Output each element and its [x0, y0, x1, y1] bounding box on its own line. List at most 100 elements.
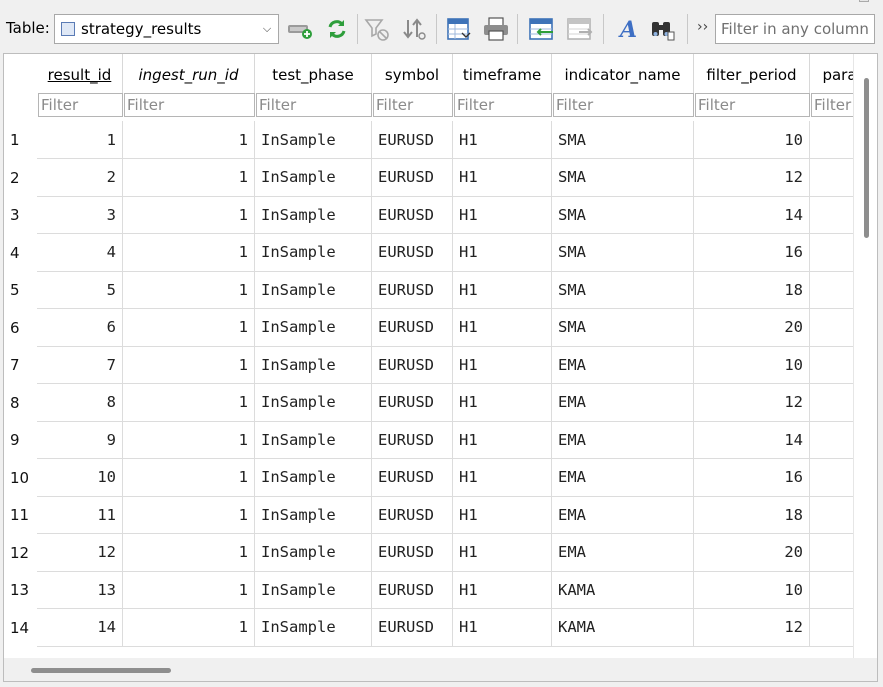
table-cell[interactable]: 1: [123, 458, 255, 497]
table-cell[interactable]: InSample: [255, 271, 372, 309]
table-cell[interactable]: EMA: [552, 458, 694, 497]
table-cell[interactable]: [810, 571, 854, 609]
table-cell[interactable]: EURUSD: [372, 571, 453, 609]
table-cell[interactable]: EURUSD: [372, 383, 453, 422]
table-cell[interactable]: H1: [453, 121, 552, 159]
row-number[interactable]: 4: [4, 234, 37, 272]
column-header[interactable]: ingest_run_id: [123, 54, 255, 95]
table-cell[interactable]: 18: [694, 271, 810, 309]
table-cell[interactable]: [810, 534, 854, 572]
global-filter-input[interactable]: [715, 14, 875, 44]
table-row[interactable]: 2 2 1 InSample EURUSD H1 SMA 12: [4, 158, 854, 197]
table-cell[interactable]: [810, 346, 854, 384]
column-filter-input[interactable]: [38, 93, 123, 117]
table-cell[interactable]: 1: [123, 121, 255, 159]
table-cell[interactable]: [810, 496, 854, 534]
row-number[interactable]: 14: [4, 609, 37, 647]
table-cell[interactable]: 16: [694, 458, 810, 497]
table-cell[interactable]: 1: [123, 271, 255, 309]
table-cell[interactable]: EURUSD: [372, 233, 453, 272]
table-cell[interactable]: 20: [694, 533, 810, 572]
table-row[interactable]: 6 6 1 InSample EURUSD H1 SMA 20: [4, 308, 854, 347]
table-row[interactable]: 3 3 1 InSample EURUSD H1 SMA 14: [4, 196, 854, 234]
table-cell[interactable]: H1: [453, 158, 552, 197]
table-cell[interactable]: [810, 421, 854, 459]
table-cell[interactable]: 14: [37, 608, 123, 647]
table-cell[interactable]: EMA: [552, 421, 694, 459]
refresh-button[interactable]: [322, 14, 352, 44]
table-cell[interactable]: InSample: [255, 533, 372, 572]
table-cell[interactable]: InSample: [255, 233, 372, 272]
row-number[interactable]: 12: [4, 534, 37, 572]
table-cell[interactable]: 7: [37, 346, 123, 384]
table-cell[interactable]: EURUSD: [372, 608, 453, 647]
row-number[interactable]: 11: [4, 496, 37, 534]
table-row[interactable]: 1 1 1 InSample EURUSD H1 SMA 10: [4, 121, 854, 159]
horizontal-scrollbar[interactable]: [4, 658, 877, 681]
table-cell[interactable]: 8: [37, 383, 123, 422]
toolbar-overflow-button[interactable]: ››: [697, 19, 708, 35]
table-cell[interactable]: H1: [453, 608, 552, 647]
table-cell[interactable]: InSample: [255, 608, 372, 647]
table-cell[interactable]: KAMA: [552, 608, 694, 647]
table-cell[interactable]: InSample: [255, 121, 372, 159]
table-cell[interactable]: 5: [37, 271, 123, 309]
table-cell[interactable]: EURUSD: [372, 196, 453, 234]
table-cell[interactable]: EMA: [552, 346, 694, 384]
table-cell[interactable]: H1: [453, 496, 552, 534]
clear-filters-button[interactable]: [362, 14, 392, 44]
table-cell[interactable]: H1: [453, 458, 552, 497]
vertical-scrollbar[interactable]: [853, 54, 877, 658]
table-row[interactable]: 8 8 1 InSample EURUSD H1 EMA 12: [4, 383, 854, 422]
table-row[interactable]: 5 5 1 InSample EURUSD H1 SMA 18: [4, 271, 854, 309]
table-row[interactable]: 11 11 1 InSample EURUSD H1 EMA 18: [4, 496, 854, 534]
table-cell[interactable]: 14: [694, 421, 810, 459]
table-cell[interactable]: H1: [453, 571, 552, 609]
row-number[interactable]: 6: [4, 309, 37, 347]
table-cell[interactable]: 6: [37, 308, 123, 347]
table-cell[interactable]: SMA: [552, 196, 694, 234]
column-header[interactable]: timeframe: [453, 54, 552, 95]
table-cell[interactable]: 1: [123, 158, 255, 197]
horizontal-scroll-thumb[interactable]: [31, 668, 171, 673]
vertical-scroll-thumb[interactable]: [864, 78, 869, 238]
table-cell[interactable]: 14: [694, 196, 810, 234]
table-cell[interactable]: H1: [453, 233, 552, 272]
table-cell[interactable]: InSample: [255, 308, 372, 347]
table-cell[interactable]: 18: [694, 496, 810, 534]
table-cell[interactable]: EURUSD: [372, 308, 453, 347]
table-cell[interactable]: InSample: [255, 196, 372, 234]
table-cell[interactable]: EMA: [552, 496, 694, 534]
table-cell[interactable]: [810, 309, 854, 347]
table-cell[interactable]: 12: [694, 383, 810, 422]
table-cell[interactable]: InSample: [255, 383, 372, 422]
table-row[interactable]: 13 13 1 InSample EURUSD H1 KAMA 10: [4, 571, 854, 609]
table-cell[interactable]: H1: [453, 383, 552, 422]
table-cell[interactable]: 2: [37, 158, 123, 197]
table-cell[interactable]: EURUSD: [372, 121, 453, 159]
table-cell[interactable]: 1: [123, 571, 255, 609]
table-cell[interactable]: 1: [123, 346, 255, 384]
column-header[interactable]: filter_period: [694, 54, 810, 95]
row-number[interactable]: 9: [4, 421, 37, 459]
table-cell[interactable]: EURUSD: [372, 346, 453, 384]
table-cell[interactable]: 10: [37, 458, 123, 497]
table-cell[interactable]: [810, 234, 854, 272]
table-cell[interactable]: 11: [37, 496, 123, 534]
column-filter-input[interactable]: [256, 93, 372, 117]
table-cell[interactable]: H1: [453, 346, 552, 384]
row-number[interactable]: 13: [4, 571, 37, 609]
table-cell[interactable]: 3: [37, 196, 123, 234]
row-number[interactable]: 2: [4, 159, 37, 197]
table-cell[interactable]: 1: [123, 608, 255, 647]
save-table-button[interactable]: [444, 14, 474, 44]
export-button[interactable]: [565, 14, 595, 44]
row-number[interactable]: 1: [4, 121, 37, 159]
find-button[interactable]: [647, 14, 677, 44]
table-cell[interactable]: 9: [37, 421, 123, 459]
table-select[interactable]: strategy_results ⌵: [54, 14, 279, 44]
column-header[interactable]: test_phase: [255, 54, 372, 95]
table-cell[interactable]: EURUSD: [372, 158, 453, 197]
table-cell[interactable]: KAMA: [552, 571, 694, 609]
table-cell[interactable]: EMA: [552, 533, 694, 572]
